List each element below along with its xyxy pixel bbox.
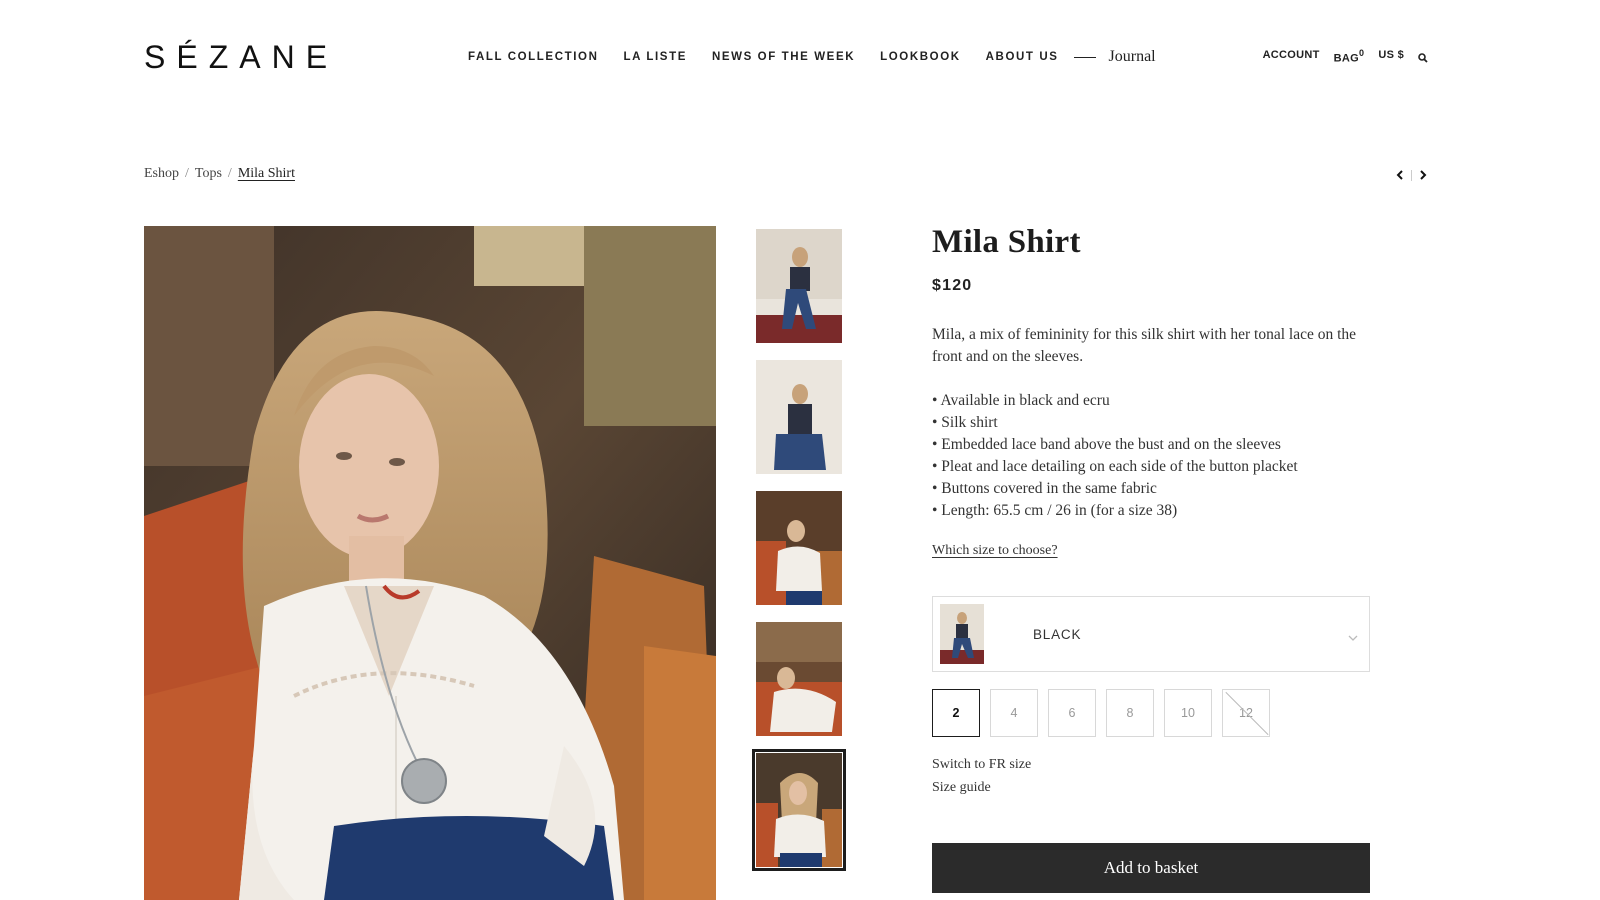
feature-item: • Buttons covered in the same fabric bbox=[932, 480, 1157, 497]
thumbnail-3[interactable] bbox=[756, 491, 842, 605]
feature-item: • Length: 65.5 cm / 26 in (for a size 38… bbox=[932, 502, 1178, 519]
product-info: Mila Shirt $120 Mila, a mix of femininit… bbox=[932, 224, 1370, 799]
switch-size-system-link[interactable]: Switch to FR size bbox=[932, 753, 1370, 776]
bag-link[interactable]: BAG0 bbox=[1333, 48, 1365, 65]
breadcrumb-current[interactable]: Mila Shirt bbox=[238, 166, 295, 182]
size-selector: 2 4 6 8 10 12 bbox=[932, 689, 1370, 737]
breadcrumb-separator: / bbox=[185, 166, 189, 181]
product-title: Mila Shirt bbox=[932, 224, 1081, 260]
size-option-2[interactable]: 2 bbox=[932, 689, 980, 737]
feature-item: • Pleat and lace detailing on each side … bbox=[932, 458, 1298, 475]
product-features: • Available in black and ecru • Silk shi… bbox=[932, 390, 1370, 522]
size-options: Switch to FR size Size guide bbox=[932, 753, 1370, 799]
product-pager bbox=[1393, 168, 1430, 182]
account-link[interactable]: ACCOUNT bbox=[1263, 49, 1320, 61]
add-to-basket-button[interactable]: Add to basket bbox=[932, 843, 1370, 893]
nav-fall-collection[interactable]: FALL COLLECTION bbox=[468, 51, 598, 63]
product-description: Mila, a mix of femininity for this silk … bbox=[932, 326, 1357, 365]
nav-divider bbox=[1073, 56, 1096, 58]
currency-selector[interactable]: US $ bbox=[1378, 49, 1404, 61]
bag-label: BAG bbox=[1333, 52, 1360, 65]
size-option-6[interactable]: 6 bbox=[1048, 689, 1096, 737]
nav-journal[interactable]: Journal bbox=[1109, 48, 1156, 66]
thumbnail-gallery bbox=[752, 229, 846, 884]
size-option-8[interactable]: 8 bbox=[1106, 689, 1154, 737]
color-name: BLACK bbox=[1033, 627, 1082, 642]
nav-lookbook[interactable]: LOOKBOOK bbox=[880, 51, 961, 63]
product-price: $120 bbox=[932, 277, 973, 294]
size-option-12[interactable]: 12 bbox=[1222, 689, 1270, 737]
utility-nav: ACCOUNT BAG0 US $ bbox=[1249, 48, 1430, 65]
thumbnail-1[interactable] bbox=[756, 229, 842, 343]
brand-logo[interactable]: SÉZANE bbox=[144, 39, 338, 76]
thumbnail-2[interactable] bbox=[756, 360, 842, 474]
size-option-4[interactable]: 4 bbox=[990, 689, 1038, 737]
thumbnail-4[interactable] bbox=[756, 622, 842, 736]
size-guide-link[interactable]: Size guide bbox=[932, 776, 1370, 799]
thumbnail-5[interactable] bbox=[752, 749, 846, 871]
site-header: SÉZANE FALL COLLECTION LA LISTE NEWS OF … bbox=[0, 0, 1600, 115]
feature-item: • Silk shirt bbox=[932, 414, 998, 431]
breadcrumb: Eshop / Tops / Mila Shirt bbox=[144, 166, 295, 182]
breadcrumb-separator: / bbox=[227, 166, 232, 181]
nav-about-us[interactable]: ABOUT US bbox=[986, 51, 1059, 63]
breadcrumb-eshop[interactable]: Eshop bbox=[144, 166, 179, 182]
main-nav: FALL COLLECTION LA LISTE NEWS OF THE WEE… bbox=[468, 48, 1156, 66]
product-main-image[interactable] bbox=[144, 226, 716, 900]
size-help-link[interactable]: Which size to choose? bbox=[932, 543, 1058, 559]
size-option-10[interactable]: 10 bbox=[1164, 689, 1212, 737]
pager-divider bbox=[1411, 169, 1412, 181]
chevron-right-icon[interactable] bbox=[1416, 168, 1430, 182]
search-icon[interactable] bbox=[1418, 50, 1430, 63]
chevron-left-icon[interactable] bbox=[1393, 168, 1407, 182]
nav-news-of-the-week[interactable]: NEWS OF THE WEEK bbox=[712, 51, 855, 63]
color-selector[interactable]: BLACK bbox=[932, 596, 1370, 672]
nav-la-liste[interactable]: LA LISTE bbox=[623, 51, 686, 63]
feature-item: • Available in black and ecru bbox=[932, 392, 1110, 409]
color-swatch-image bbox=[940, 604, 984, 664]
bag-count: 0 bbox=[1359, 48, 1365, 58]
chevron-down-icon bbox=[1348, 629, 1358, 641]
breadcrumb-tops[interactable]: Tops bbox=[195, 166, 222, 182]
feature-item: • Embedded lace band above the bust and … bbox=[932, 436, 1281, 453]
